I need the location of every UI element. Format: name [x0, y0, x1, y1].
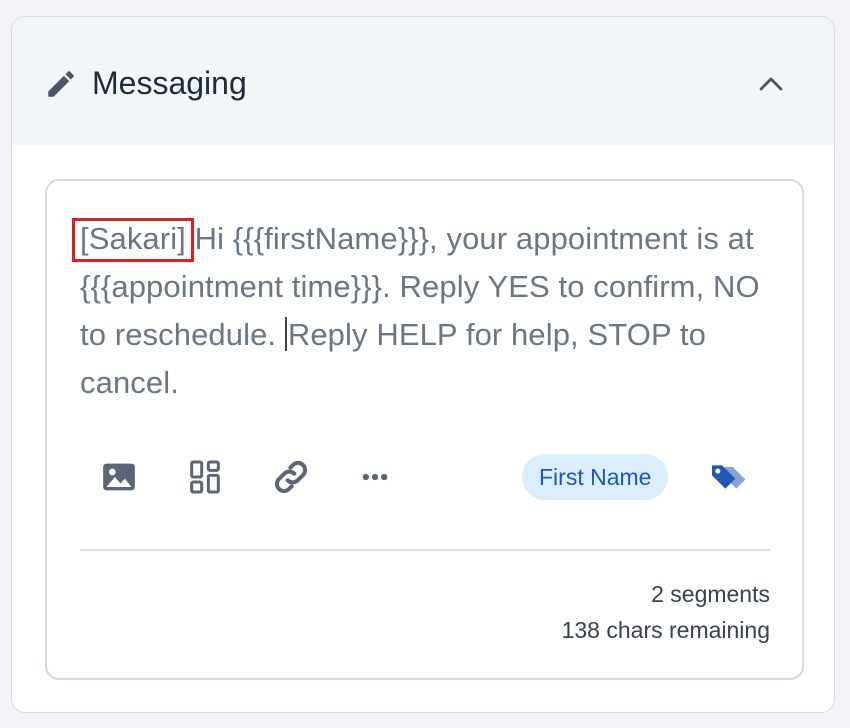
chars-remaining: 138 chars remaining	[561, 617, 770, 643]
text-cursor	[284, 317, 287, 351]
message-stats: 2 segments 138 chars remaining	[562, 576, 770, 648]
link-icon[interactable]	[271, 457, 311, 497]
messaging-panel: Messaging [Sakari] Hi {{{firstName}}}, y…	[11, 16, 835, 713]
first-name-chip[interactable]: First Name	[522, 454, 669, 500]
tag-icon[interactable]	[707, 457, 747, 497]
message-editor[interactable]: [Sakari] Hi {{{firstName}}}, your appoin…	[45, 179, 804, 680]
editor-toolbar: First Name	[47, 446, 802, 506]
brand-tag: [Sakari]	[72, 215, 194, 263]
editor-divider	[80, 549, 770, 551]
pencil-icon	[48, 71, 74, 97]
more-icon[interactable]	[355, 457, 395, 497]
message-text[interactable]: [Sakari] Hi {{{firstName}}}, your appoin…	[72, 215, 770, 407]
image-icon[interactable]	[99, 457, 139, 497]
panel-header[interactable]: Messaging	[12, 17, 834, 145]
brand-tag-highlight	[72, 218, 194, 262]
panel-title: Messaging	[92, 65, 247, 101]
chevron-up-icon[interactable]	[754, 67, 788, 101]
segments-count: 2 segments	[651, 581, 770, 607]
template-icon[interactable]	[185, 457, 225, 497]
